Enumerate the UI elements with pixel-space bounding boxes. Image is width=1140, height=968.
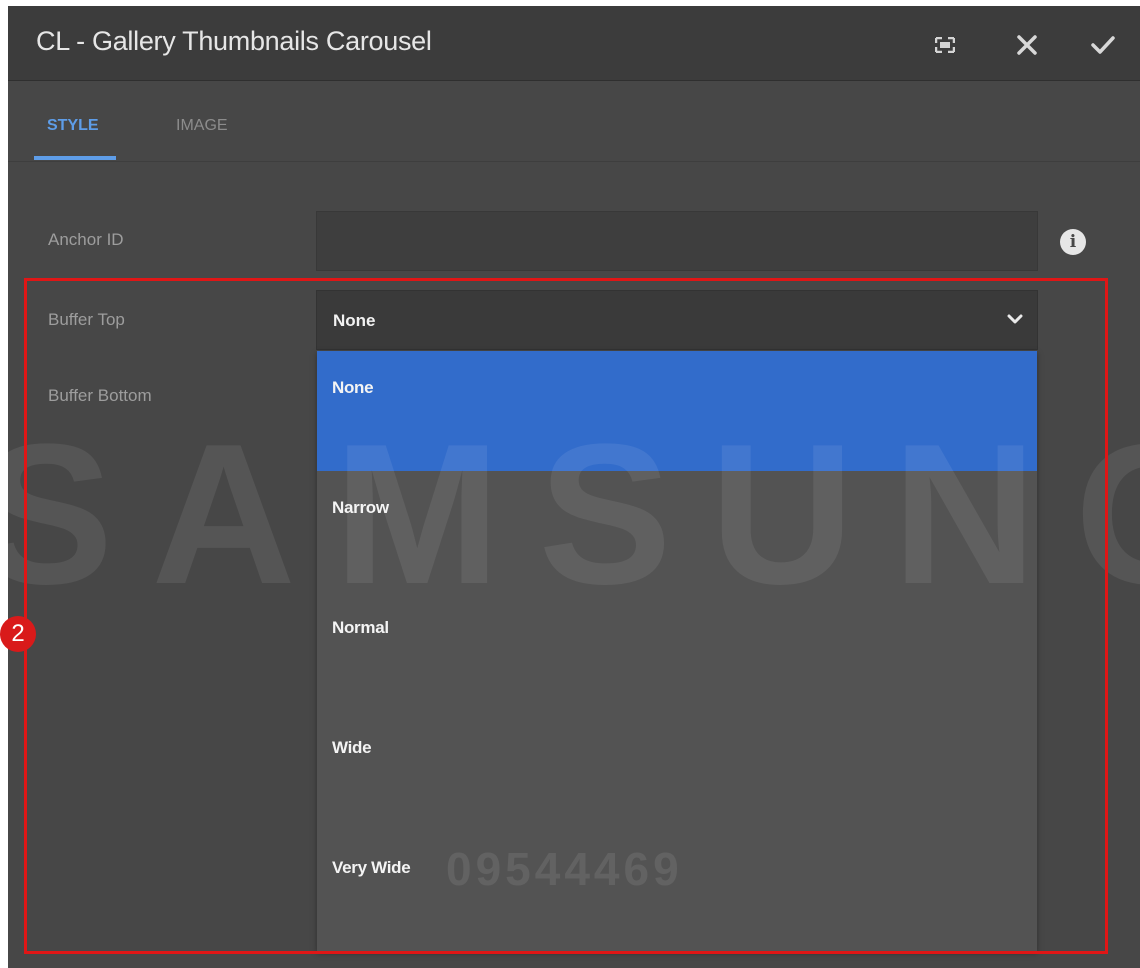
option-very-wide[interactable]: Very Wide bbox=[317, 831, 1037, 951]
anchor-id-input[interactable] bbox=[316, 211, 1038, 271]
tab-bar: STYLE IMAGE bbox=[8, 81, 1140, 162]
tab-image[interactable]: IMAGE bbox=[176, 117, 228, 135]
option-wide[interactable]: Wide bbox=[317, 711, 1037, 831]
close-icon bbox=[1017, 35, 1037, 55]
dialog: CL - Gallery Thumbnails Carousel STYLE I… bbox=[8, 6, 1140, 968]
step-marker: 2 bbox=[0, 616, 36, 652]
confirm-button[interactable] bbox=[1086, 28, 1120, 62]
option-narrow[interactable]: Narrow bbox=[317, 471, 1037, 591]
dialog-title: CL - Gallery Thumbnails Carousel bbox=[36, 26, 432, 56]
check-icon bbox=[1091, 36, 1115, 54]
option-none[interactable]: None bbox=[317, 351, 1037, 471]
chevron-down-icon bbox=[1007, 314, 1023, 324]
fullscreen-icon bbox=[935, 37, 955, 53]
close-button[interactable] bbox=[1010, 28, 1044, 62]
buffer-top-value: None bbox=[333, 311, 376, 330]
active-tab-indicator bbox=[34, 156, 116, 160]
buffer-bottom-label: Buffer Bottom bbox=[48, 386, 152, 405]
tab-style[interactable]: STYLE bbox=[47, 117, 99, 135]
fullscreen-button[interactable] bbox=[928, 28, 962, 62]
dialog-titlebar: CL - Gallery Thumbnails Carousel bbox=[8, 6, 1140, 81]
info-icon[interactable]: i bbox=[1060, 229, 1086, 255]
buffer-top-label: Buffer Top bbox=[48, 310, 125, 329]
anchor-id-label: Anchor ID bbox=[48, 230, 124, 249]
buffer-top-dropdown: None Narrow Normal Wide Very Wide bbox=[317, 351, 1037, 951]
buffer-top-select[interactable]: None bbox=[316, 290, 1038, 350]
option-normal[interactable]: Normal bbox=[317, 591, 1037, 711]
